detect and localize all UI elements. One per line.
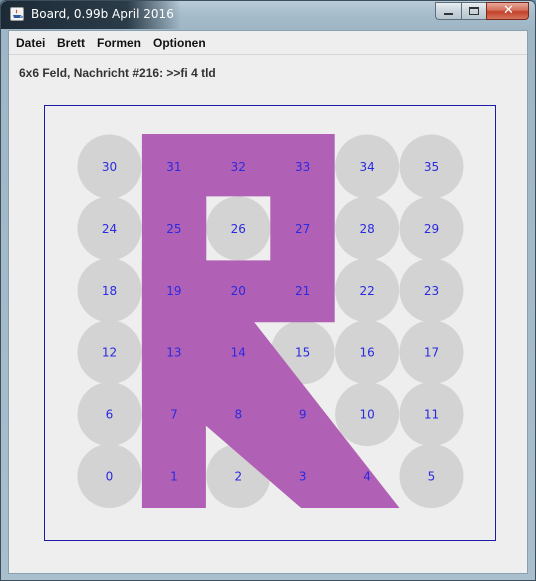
board-frame: 30 31 32 33 34 35 24 25 26 27 28 29 18 19 20 21 22 23 12 13… (44, 105, 496, 541)
cell-label-20: 20 (231, 284, 246, 298)
cell-label-29: 29 (424, 222, 439, 236)
cell-label-35: 35 (424, 160, 439, 174)
menu-datei[interactable]: Datei (13, 34, 48, 52)
app-window: Board, 0.99b April 2016 ✕ Datei Brett Fo… (0, 0, 536, 581)
cell-label-8: 8 (234, 408, 242, 422)
cell-label-19: 19 (166, 284, 181, 298)
window-title: Board, 0.99b April 2016 (31, 7, 174, 21)
cell-label-15: 15 (295, 346, 310, 360)
cell-label-22: 22 (359, 284, 374, 298)
minimize-button[interactable] (435, 2, 461, 20)
board-canvas[interactable]: 30 31 32 33 34 3524 25 26 27 28 2918 19 20 21 22 2312 13… (45, 106, 495, 540)
status-message: 6x6 Feld, Nachricht #216: >>fi 4 tld (19, 66, 216, 80)
cell-label-24: 24 (102, 222, 117, 236)
close-button[interactable]: ✕ (486, 2, 529, 20)
menu-bar: Datei Brett Formen Optionen (9, 31, 527, 55)
cell-label-7: 7 (170, 408, 178, 422)
cell-label-11: 11 (424, 408, 439, 422)
maximize-button[interactable] (461, 2, 486, 20)
java-app-icon[interactable] (10, 7, 24, 21)
cell-label-17: 17 (424, 346, 439, 360)
cell-label-30: 30 (102, 160, 117, 174)
maximize-icon (469, 7, 479, 15)
cell-label-13: 13 (166, 346, 181, 360)
client-area: Datei Brett Formen Optionen 6x6 Feld, Na… (8, 30, 528, 574)
menu-optionen[interactable]: Optionen (150, 34, 209, 52)
cell-label-27: 27 (295, 222, 310, 236)
cell-label-5: 5 (428, 470, 436, 484)
cell-label-16: 16 (359, 346, 374, 360)
cell-label-18: 18 (102, 284, 117, 298)
cell-label-1: 1 (170, 470, 178, 484)
menu-brett[interactable]: Brett (54, 34, 88, 52)
cell-label-2: 2 (234, 470, 242, 484)
caption-buttons: ✕ (435, 2, 529, 21)
close-icon: ✕ (503, 3, 514, 18)
cell-label-4: 4 (363, 470, 371, 484)
cell-label-28: 28 (359, 222, 374, 236)
cell-label-23: 23 (424, 284, 439, 298)
menu-formen[interactable]: Formen (94, 34, 144, 52)
cell-label-25: 25 (166, 222, 181, 236)
cell-label-10: 10 (359, 408, 374, 422)
cell-label-6: 6 (106, 408, 114, 422)
cell-label-31: 31 (166, 160, 181, 174)
cell-label-21: 21 (295, 284, 310, 298)
cell-label-33: 33 (295, 160, 310, 174)
cell-label-9: 9 (299, 408, 307, 422)
cell-label-26: 26 (231, 222, 246, 236)
cell-label-3: 3 (299, 470, 307, 484)
cell-label-12: 12 (102, 346, 117, 360)
title-bar[interactable]: Board, 0.99b April 2016 ✕ (1, 1, 535, 29)
minimize-icon (444, 13, 453, 15)
cell-label-14: 14 (231, 346, 246, 360)
cell-label-0: 0 (106, 470, 114, 484)
cell-label-32: 32 (231, 160, 246, 174)
cell-label-34: 34 (359, 160, 374, 174)
